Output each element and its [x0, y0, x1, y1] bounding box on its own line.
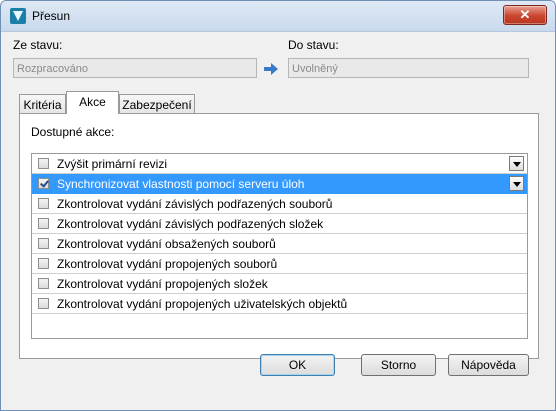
- ok-button[interactable]: OK: [260, 354, 335, 376]
- actions-tab-panel: Dostupné akce: Zvýšit primární revizi Sy…: [19, 113, 539, 359]
- tab-akce[interactable]: Akce: [66, 91, 119, 114]
- list-item[interactable]: Zkontrolovat vydání závislých podřazenýc…: [32, 214, 527, 234]
- action-checkbox[interactable]: [38, 218, 49, 229]
- action-checkbox[interactable]: [38, 238, 49, 249]
- action-checkbox[interactable]: [38, 258, 49, 269]
- list-item[interactable]: Zkontrolovat vydání závislých podřazenýc…: [32, 194, 527, 214]
- dialog-window: Přesun ✕ Ze stavu: Rozpracováno Do stavu…: [0, 0, 556, 411]
- action-label: Synchronizovat vlastnosti pomocí serveru…: [57, 177, 305, 191]
- action-checkbox[interactable]: [38, 278, 49, 289]
- action-label: Zkontrolovat vydání obsažených souborů: [57, 237, 276, 251]
- chevron-down-icon[interactable]: [509, 176, 524, 191]
- list-item[interactable]: Synchronizovat vlastnosti pomocí serveru…: [32, 174, 527, 194]
- list-item[interactable]: Zkontrolovat vydání propojených souborů: [32, 254, 527, 274]
- dialog-body: Ze stavu: Rozpracováno Do stavu: Uvolněn…: [7, 32, 549, 404]
- list-item[interactable]: Zkontrolovat vydání propojených uživatel…: [32, 294, 527, 314]
- list-item[interactable]: Zkontrolovat vydání obsažených souborů: [32, 234, 527, 254]
- help-button[interactable]: Nápověda: [448, 354, 529, 376]
- action-checkbox[interactable]: [38, 178, 49, 189]
- tab-zabezpeceni[interactable]: Zabezpečení: [119, 94, 195, 114]
- close-button[interactable]: ✕: [503, 5, 547, 25]
- app-logo-icon: [10, 8, 26, 24]
- cancel-button[interactable]: Storno: [361, 354, 436, 376]
- action-label: Zkontrolovat vydání propojených uživatel…: [57, 297, 348, 311]
- action-label: Zkontrolovat vydání závislých podřazenýc…: [57, 217, 324, 231]
- arrow-right-icon: [264, 63, 278, 75]
- action-label: Zkontrolovat vydání propojených souborů: [57, 257, 278, 271]
- from-state-label: Ze stavu:: [13, 38, 63, 52]
- action-checkbox[interactable]: [38, 158, 49, 169]
- window-title: Přesun: [32, 9, 71, 23]
- to-state-field: Uvolněný: [288, 58, 529, 78]
- chevron-down-icon[interactable]: [509, 156, 524, 171]
- action-label: Zvýšit primární revizi: [57, 157, 168, 171]
- tab-kriteria[interactable]: Kritéria: [19, 94, 66, 114]
- from-state-field: Rozpracováno: [13, 58, 257, 78]
- list-item[interactable]: Zvýšit primární revizi: [32, 154, 527, 174]
- list-item[interactable]: Zkontrolovat vydání propojených složek: [32, 274, 527, 294]
- action-label: Zkontrolovat vydání závislých podřazenýc…: [57, 197, 333, 211]
- available-actions-label: Dostupné akce:: [31, 125, 115, 139]
- action-checkbox[interactable]: [38, 198, 49, 209]
- title-bar[interactable]: Přesun ✕: [1, 1, 555, 32]
- actions-list: Zvýšit primární revizi Synchronizovat vl…: [31, 153, 528, 339]
- to-state-label: Do stavu:: [288, 38, 339, 52]
- action-label: Zkontrolovat vydání propojených složek: [57, 277, 268, 291]
- action-checkbox[interactable]: [38, 298, 49, 309]
